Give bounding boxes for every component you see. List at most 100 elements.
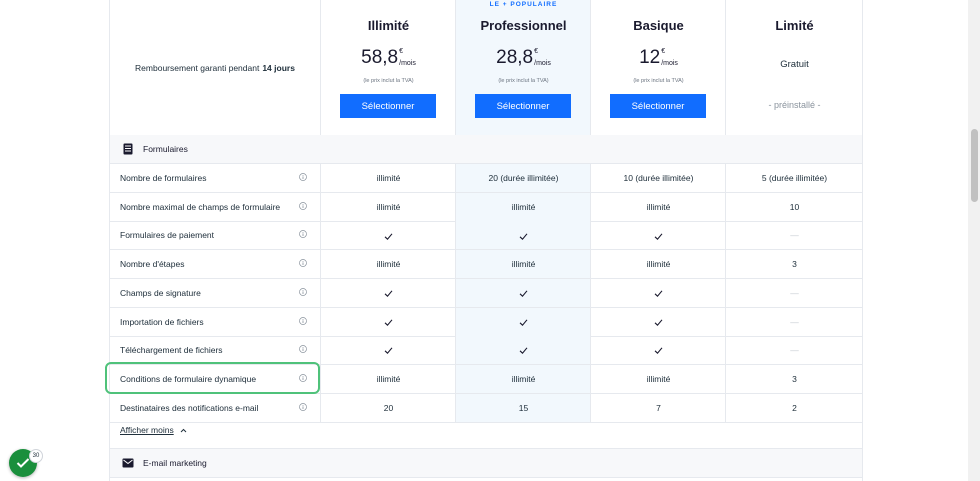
not-available-dash: — bbox=[790, 345, 799, 356]
feature-label: Champs de signature bbox=[120, 287, 201, 298]
info-icon[interactable] bbox=[299, 316, 307, 325]
table-cell: illimité bbox=[455, 250, 591, 279]
table-cell: — bbox=[725, 221, 863, 250]
show-less-link[interactable]: Afficher moins bbox=[120, 425, 187, 435]
table-cell bbox=[320, 221, 456, 250]
table-row: Importation de fichiers — bbox=[110, 307, 863, 337]
select-illimite-button[interactable]: Sélectionner bbox=[340, 94, 436, 118]
section-email-marketing: E-mail marketing bbox=[110, 448, 862, 478]
table-cell: 15 bbox=[455, 393, 591, 422]
table-cell: 20 (durée illimitée) bbox=[455, 164, 591, 192]
table-row: Nombre d'étapes illimité illimité illimité 3 bbox=[110, 250, 863, 280]
check-icon bbox=[384, 233, 393, 240]
info-icon[interactable] bbox=[299, 402, 307, 411]
table-cell: — bbox=[725, 307, 863, 336]
plan-price: 28,8 €/mois bbox=[496, 47, 551, 68]
info-icon[interactable] bbox=[299, 259, 307, 267]
info-icon[interactable] bbox=[299, 201, 307, 210]
not-available-dash: — bbox=[790, 316, 799, 327]
check-icon bbox=[654, 233, 663, 240]
vat-note: (le prix inclut la TVA) bbox=[498, 78, 549, 84]
table-row: Nombre maximal de champs de formulaire il… bbox=[110, 192, 863, 222]
info-icon[interactable] bbox=[299, 230, 307, 239]
plan-professionnel: LE + POPULAIRE Professionnel 28,8 €/mois… bbox=[455, 0, 591, 135]
scrollbar-track[interactable] bbox=[968, 0, 980, 481]
check-icon bbox=[519, 319, 528, 326]
table-cell: illimité bbox=[320, 250, 456, 279]
table-cell bbox=[590, 336, 726, 365]
table-cell bbox=[455, 221, 591, 250]
feature-label: Nombre d'étapes bbox=[120, 259, 185, 270]
plan-price: 12 €/mois bbox=[639, 47, 678, 68]
table-cell: illimité bbox=[320, 192, 456, 221]
table-cell: 20 bbox=[320, 393, 456, 422]
info-icon[interactable] bbox=[299, 345, 307, 354]
vat-note: (le prix inclut la TVA) bbox=[633, 78, 684, 84]
feature-label: Téléchargement de fichiers bbox=[120, 345, 223, 356]
refund-guarantee: Remboursement garanti pendant 14 jours bbox=[135, 62, 295, 73]
check-icon bbox=[384, 347, 393, 355]
pricing-table: Remboursement garanti pendant 14 jours Il… bbox=[109, 0, 863, 481]
check-icon bbox=[654, 347, 663, 355]
table-cell: illimité bbox=[320, 364, 456, 393]
table-cell bbox=[320, 336, 456, 365]
mail-icon bbox=[122, 458, 134, 468]
info-icon[interactable] bbox=[299, 173, 307, 181]
task-count-badge: 30 bbox=[29, 449, 43, 463]
check-icon bbox=[654, 290, 663, 298]
table-row: Nombre de formulaires illimité 20 (durée i… bbox=[110, 164, 862, 193]
check-icon bbox=[16, 458, 30, 468]
section-title: E-mail marketing bbox=[143, 458, 207, 468]
preinstalled-label: - préinstallé - bbox=[768, 100, 821, 110]
table-cell: 3 bbox=[725, 250, 863, 279]
scrollbar-thumb[interactable] bbox=[971, 129, 978, 202]
check-icon bbox=[654, 319, 663, 326]
not-available-dash: — bbox=[790, 287, 799, 298]
table-cell: 10 bbox=[725, 192, 863, 221]
plan-limite: Limité Gratuit - préinstallé - bbox=[725, 0, 863, 135]
table-cell: 3 bbox=[725, 364, 863, 393]
section-forms: Formulaires bbox=[110, 135, 862, 164]
plan-name: Illimité bbox=[367, 18, 410, 33]
table-cell bbox=[320, 278, 456, 307]
plan-price: 58,8 €/mois bbox=[361, 47, 416, 68]
highlight-box bbox=[105, 362, 320, 394]
table-cell bbox=[590, 307, 726, 336]
plan-free-label: Gratuit bbox=[780, 59, 809, 70]
table-cell: 7 bbox=[590, 393, 726, 422]
plan-name: Basique bbox=[633, 18, 684, 33]
table-cell: illimité bbox=[455, 192, 591, 221]
check-icon bbox=[384, 319, 393, 326]
table-cell bbox=[455, 278, 591, 307]
table-cell bbox=[590, 221, 726, 250]
table-cell: illimité bbox=[455, 364, 591, 393]
table-cell: 10 (durée illimitée) bbox=[590, 164, 726, 192]
section-title: Formulaires bbox=[143, 144, 188, 154]
table-cell: illimité bbox=[590, 250, 726, 279]
plan-basique: Basique 12 €/mois (le prix inclut la TVA… bbox=[590, 0, 726, 135]
check-icon bbox=[519, 347, 528, 355]
table-cell bbox=[590, 278, 726, 307]
table-cell: 5 (durée illimitée) bbox=[725, 164, 863, 192]
select-professionnel-button[interactable]: Sélectionner bbox=[475, 94, 571, 118]
table-cell bbox=[455, 307, 591, 336]
table-cell: illimité bbox=[320, 164, 456, 192]
table-cell bbox=[320, 307, 456, 336]
plan-name: Limité bbox=[775, 18, 814, 33]
feature-label: Nombre de formulaires bbox=[120, 173, 207, 183]
check-icon bbox=[519, 233, 528, 240]
feature-label: Formulaires de paiement bbox=[120, 230, 215, 241]
not-available-dash: — bbox=[790, 230, 799, 241]
check-icon bbox=[519, 290, 528, 298]
form-list-icon bbox=[123, 143, 133, 155]
popular-badge: LE + POPULAIRE bbox=[489, 1, 558, 8]
table-row: Formulaires de paiement — bbox=[110, 221, 863, 251]
table-row: Téléchargement de fichiers — bbox=[110, 336, 862, 366]
select-basique-button[interactable]: Sélectionner bbox=[610, 94, 706, 118]
check-icon bbox=[384, 290, 393, 298]
plan-illimite: Illimité 58,8 €/mois (le prix inclut la … bbox=[320, 0, 456, 135]
table-row: Champs de signature — bbox=[110, 278, 863, 308]
table-cell: — bbox=[725, 278, 863, 307]
feature-label: Importation de fichiers bbox=[120, 316, 204, 327]
info-icon[interactable] bbox=[299, 287, 307, 296]
